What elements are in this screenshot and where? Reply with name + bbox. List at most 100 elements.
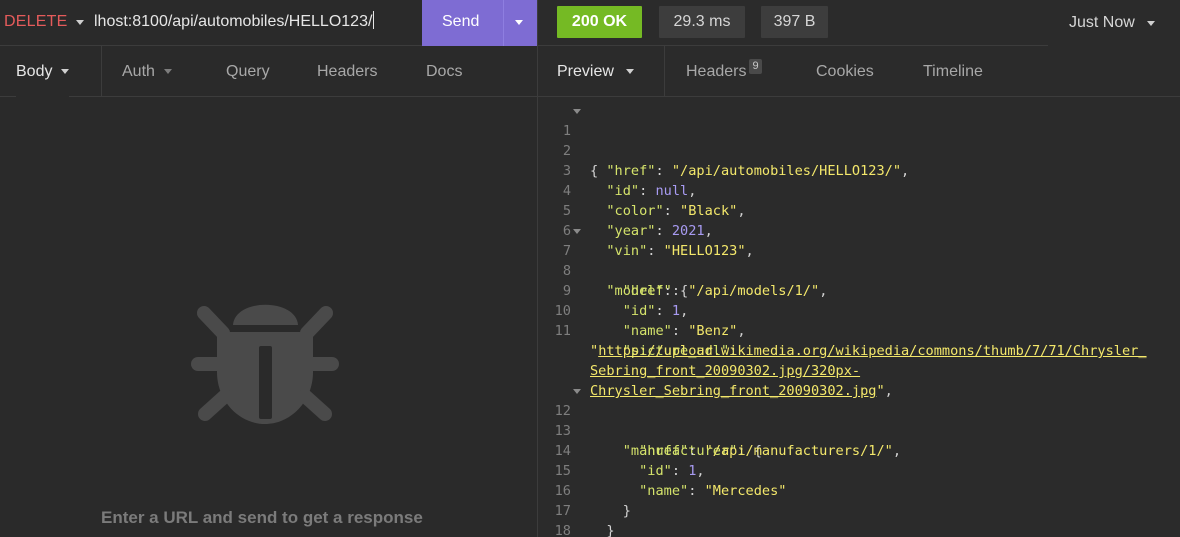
method-dropdown[interactable]: DELETE bbox=[4, 12, 85, 32]
json-value: "/api/manufacturers/1/" bbox=[704, 443, 893, 459]
code-line: 13 "href": "/api/manufacturers/1/", bbox=[538, 401, 901, 459]
tab-query[interactable]: Query bbox=[226, 46, 270, 97]
fold-toggle-icon[interactable] bbox=[573, 229, 581, 234]
code-line: 17 } bbox=[538, 481, 615, 537]
json-value: null bbox=[655, 183, 689, 199]
request-tabs: Body Auth Query Headers Docs bbox=[0, 46, 537, 97]
json-key: "year" bbox=[606, 223, 656, 239]
response-json-viewer[interactable]: 1 { 2 "href": "/api/automobiles/HELLO123… bbox=[538, 101, 1180, 537]
response-tabs: Preview Headers 9 Cookies Timeline bbox=[538, 46, 1180, 97]
code-line: 10 "name": "Benz", bbox=[538, 281, 746, 339]
json-key: "href" bbox=[639, 443, 689, 459]
chevron-down-icon bbox=[61, 69, 70, 74]
code-line: 3 "id": null, bbox=[538, 141, 697, 199]
json-value: "Benz" bbox=[688, 323, 738, 339]
tab-separator bbox=[101, 46, 102, 97]
code-line: 16 } bbox=[538, 461, 631, 519]
headers-count-badge: 9 bbox=[749, 59, 762, 74]
json-value: "/api/automobiles/HELLO123/" bbox=[671, 163, 902, 179]
code-line: 9 "id": 1, bbox=[538, 261, 688, 319]
response-history-label: Just Now bbox=[1069, 14, 1135, 31]
tab-cookies[interactable]: Cookies bbox=[816, 46, 874, 97]
code-line: 7 "model": { bbox=[538, 221, 688, 299]
json-value: "HELLO123" bbox=[663, 243, 746, 259]
bug-icon bbox=[191, 304, 339, 424]
code-line: 18 } bbox=[538, 501, 587, 537]
chevron-down-icon bbox=[163, 69, 172, 74]
code-content: "year": 2021, bbox=[606, 223, 713, 239]
chevron-down-icon bbox=[1146, 20, 1155, 26]
code-line: 15 "name": "Mercedes" bbox=[538, 441, 787, 499]
code-content: "id": 1, bbox=[639, 463, 705, 479]
code-content: "id": 1, bbox=[622, 303, 689, 319]
json-key: "href" bbox=[606, 163, 656, 179]
fold-toggle-icon[interactable] bbox=[573, 109, 581, 114]
tab-docs[interactable]: Docs bbox=[426, 46, 462, 97]
url-input[interactable]: lhost:8100/api/automobiles/HELLO123/ bbox=[94, 11, 414, 33]
response-time-badge: 29.3 ms bbox=[659, 6, 745, 38]
json-key: "id" bbox=[639, 463, 672, 479]
url-text: lhost:8100/api/automobiles/HELLO123/ bbox=[94, 13, 373, 30]
code-line: 8 "href": "/api/models/1/", bbox=[538, 241, 828, 299]
code-line-wrap: Chrysler_Sebring_front_20090302.jpg", bbox=[538, 361, 893, 399]
tab-query-label: Query bbox=[226, 62, 270, 80]
status-badge: 200 OK bbox=[557, 6, 642, 38]
picture-url-link[interactable]: https://upload.wikimedia.org/wikipedia/c… bbox=[598, 343, 1146, 359]
url-bar: DELETE lhost:8100/api/automobiles/HELLO1… bbox=[0, 0, 537, 46]
tab-body-label: Body bbox=[16, 62, 53, 80]
code-content: "color": "Black", bbox=[606, 203, 746, 219]
code-line: 2 "href": "/api/automobiles/HELLO123/", bbox=[538, 121, 909, 179]
json-value: 1 bbox=[671, 303, 681, 319]
code-content: "href": "/api/models/1/", bbox=[622, 283, 828, 299]
response-status-bar: 200 OK 29.3 ms 397 B Just Now bbox=[538, 0, 1180, 46]
code-line: 11 "picture_url": bbox=[538, 301, 738, 359]
send-options-chevron-icon[interactable] bbox=[515, 20, 523, 25]
tab-response-headers[interactable]: Headers 9 bbox=[686, 46, 762, 97]
tab-timeline[interactable]: Timeline bbox=[923, 46, 983, 97]
json-value: "/api/models/1/" bbox=[688, 283, 820, 299]
picture-url-link[interactable]: Chrysler_Sebring_front_20090302.jpg bbox=[590, 383, 876, 399]
code-content: } bbox=[590, 503, 631, 519]
code-content: "vin": "HELLO123", bbox=[606, 243, 754, 259]
code-line: 6 "vin": "HELLO123", bbox=[538, 201, 754, 259]
json-quote: " bbox=[876, 383, 885, 399]
line-number: 18 bbox=[554, 523, 571, 537]
tab-timeline-label: Timeline bbox=[923, 62, 983, 80]
json-value: 2021 bbox=[671, 223, 705, 239]
response-size-badge: 397 B bbox=[761, 6, 828, 38]
tab-separator bbox=[664, 46, 665, 97]
code-content: "https://upload.wikimedia.org/wikipedia/… bbox=[590, 341, 1147, 361]
tab-preview[interactable]: Preview bbox=[557, 46, 634, 97]
json-key: "name" bbox=[622, 323, 672, 339]
picture-url-link[interactable]: Sebring_front_20090302.jpg/320px- bbox=[590, 363, 860, 379]
request-pane: DELETE lhost:8100/api/automobiles/HELLO1… bbox=[0, 0, 537, 537]
fold-toggle-icon[interactable] bbox=[573, 389, 581, 394]
tab-body[interactable]: Body bbox=[16, 46, 70, 97]
tab-auth-label: Auth bbox=[122, 62, 155, 80]
code-line: 12 "manufacturer": { bbox=[538, 381, 762, 459]
json-quote: " bbox=[590, 343, 599, 359]
json-value: "Mercedes" bbox=[704, 483, 787, 499]
json-key: "href" bbox=[622, 283, 672, 299]
tab-response-headers-label: Headers bbox=[686, 62, 747, 80]
send-divider bbox=[503, 0, 504, 46]
tab-headers[interactable]: Headers bbox=[317, 46, 377, 97]
send-button[interactable]: Send bbox=[422, 0, 537, 46]
tab-auth[interactable]: Auth bbox=[122, 46, 172, 97]
chevron-down-icon bbox=[76, 19, 85, 25]
code-content: "href": "/api/manufacturers/1/", bbox=[639, 443, 902, 459]
tab-preview-label: Preview bbox=[557, 62, 614, 80]
code-content: Chrysler_Sebring_front_20090302.jpg", bbox=[590, 383, 893, 399]
code-line: 14 "id": 1, bbox=[538, 421, 705, 479]
send-label: Send bbox=[442, 13, 480, 30]
code-line: 5 "year": 2021, bbox=[538, 181, 713, 239]
code-content: "href": "/api/automobiles/HELLO123/", bbox=[606, 163, 910, 179]
code-content: Sebring_front_20090302.jpg/320px- bbox=[590, 361, 860, 381]
json-key: "name" bbox=[639, 483, 689, 499]
tab-cookies-label: Cookies bbox=[816, 62, 874, 80]
code-line: 1 { bbox=[538, 101, 598, 179]
text-cursor bbox=[373, 11, 375, 29]
response-history-dropdown[interactable]: Just Now bbox=[1048, 0, 1180, 46]
chevron-down-icon bbox=[625, 69, 634, 74]
json-key: "id" bbox=[622, 303, 656, 319]
